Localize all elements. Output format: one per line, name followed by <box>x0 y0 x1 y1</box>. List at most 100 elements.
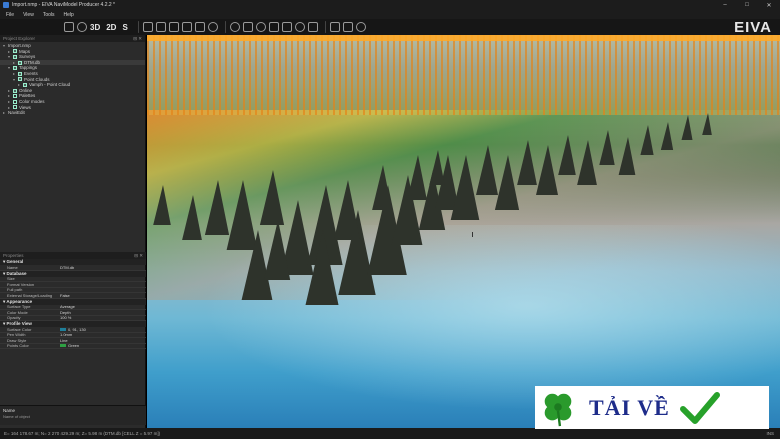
property-key: Pen Width <box>7 332 26 338</box>
status-bar: E= 164 178.67 m; N= 2 270 429.29 m; Z= 5… <box>0 428 780 439</box>
project-tree: ▾ Import.nmp ▸ Maps ▾ Surveys ▸ DTM.db ▾ Tappings… <box>0 42 145 117</box>
tree-item-label: NaviEdit <box>8 110 25 116</box>
property-key: Draw Style <box>7 337 27 343</box>
collapse-arrow-icon[interactable]: ▾ <box>13 77 17 83</box>
properties-header: Properties ⊟ ✕ <box>0 252 146 259</box>
3d-viewport[interactable] <box>147 35 780 428</box>
pin-icon[interactable] <box>207 22 218 32</box>
collapse-arrow-icon[interactable]: ▾ <box>3 43 7 49</box>
expand-arrow-icon[interactable]: ▸ <box>3 110 7 116</box>
sphere-icon[interactable] <box>229 22 240 32</box>
status-mode: INS <box>766 431 774 436</box>
visibility-checkbox[interactable] <box>13 66 17 71</box>
toolbar-divider <box>324 21 326 33</box>
toolbar-divider <box>224 21 226 33</box>
toolbar-divider <box>137 21 139 33</box>
camera-icon[interactable] <box>168 22 179 32</box>
zoom-icon[interactable] <box>355 22 366 32</box>
project-explorer-title: Project Explorer <box>3 36 36 41</box>
visibility-checkbox[interactable] <box>13 94 17 99</box>
description-text: Name of object <box>3 414 30 419</box>
property-key: Full path <box>7 287 23 293</box>
pile-spike <box>476 145 498 195</box>
property-value[interactable]: Depth <box>60 310 71 315</box>
property-value[interactable]: False <box>60 293 70 298</box>
property-row[interactable]: Points Color Green <box>0 343 146 349</box>
eiva-logo: EIVA <box>734 18 772 36</box>
close-button[interactable]: ✕ <box>758 2 780 9</box>
view-s-button[interactable]: S <box>122 23 127 32</box>
cube-icon[interactable] <box>281 22 292 32</box>
app-logo-icon <box>3 2 9 8</box>
settings-icon[interactable] <box>255 22 266 32</box>
filter-icon[interactable] <box>307 22 318 32</box>
color-swatch <box>60 344 66 348</box>
pan-icon[interactable] <box>342 22 353 32</box>
color-swatch <box>60 327 66 331</box>
property-key: Name <box>7 264 18 270</box>
left-panel: Project Explorer ⊟ ✕ ▾ Import.nmp ▸ Maps ▾ Su… <box>0 35 146 428</box>
layers-icon[interactable] <box>155 22 166 32</box>
view-3d-button[interactable]: 3D <box>90 23 100 32</box>
minimize-button[interactable]: – <box>714 2 736 9</box>
menu-view[interactable]: View <box>23 12 34 18</box>
property-value[interactable]: 100 % <box>60 315 71 320</box>
property-value[interactable]: Line <box>60 338 68 343</box>
clover-icon <box>544 393 572 426</box>
menu-tools[interactable]: Tools <box>43 12 55 18</box>
collapse-arrow-icon[interactable]: ▾ <box>8 54 12 60</box>
download-badge[interactable]: TẢI VỀ <box>535 386 769 429</box>
maximize-button[interactable]: □ <box>736 2 758 9</box>
cube-icon[interactable] <box>268 22 279 32</box>
property-value[interactable]: 0, 91, 130 <box>60 327 86 332</box>
pile-spike <box>577 140 597 185</box>
pile-spike <box>407 155 427 200</box>
pile-spike <box>558 135 576 175</box>
tree-item-label: Vamph - Point Cloud <box>29 82 71 88</box>
visibility-checkbox[interactable] <box>13 54 17 59</box>
project-explorer-header: Project Explorer ⊟ ✕ <box>0 35 145 42</box>
collapse-arrow-icon[interactable]: ▾ <box>8 65 12 71</box>
window-controls: – □ ✕ <box>714 2 780 9</box>
visibility-checkbox[interactable] <box>13 105 17 110</box>
property-value[interactable]: Green <box>60 343 79 348</box>
profile-icon[interactable] <box>242 22 253 32</box>
globe-icon[interactable] <box>77 22 87 32</box>
visibility-checkbox[interactable] <box>18 71 22 76</box>
coordinate-readout: E= 164 178.67 m; N= 2 270 429.29 m; Z= 5… <box>4 431 161 436</box>
property-value[interactable]: DTM.db <box>60 265 74 270</box>
pile-spike <box>182 195 202 240</box>
menu-file[interactable]: File <box>6 12 14 18</box>
visibility-checkbox[interactable] <box>23 82 27 87</box>
color-icon[interactable] <box>294 22 305 32</box>
visibility-checkbox[interactable] <box>13 99 17 104</box>
property-value-text: DTM.db <box>60 264 75 270</box>
panel-pin-icon[interactable]: ⊟ ✕ <box>133 36 142 42</box>
pile-spike <box>494 155 520 210</box>
tree-item[interactable]: ▸ NaviEdit <box>0 110 145 116</box>
property-value[interactable]: 1.0mm <box>60 332 72 337</box>
new-view-icon[interactable] <box>64 22 74 32</box>
window-title: Import.nmp - EIVA NaviModel Producer 4.2… <box>12 2 116 8</box>
visibility-checkbox[interactable] <box>18 60 22 65</box>
ruler-icon[interactable] <box>181 22 192 32</box>
menu-help[interactable]: Help <box>64 12 74 18</box>
property-value[interactable]: Average <box>60 304 75 309</box>
properties-title: Properties <box>3 253 24 258</box>
pointer-icon[interactable] <box>329 22 340 32</box>
panel-pin-icon[interactable]: ⊟ ✕ <box>134 253 143 259</box>
properties-grid: ▾ General Name DTM.db ▾ Database Size Format … <box>0 259 146 349</box>
view-2d-button[interactable]: 2D <box>106 23 116 32</box>
property-value-text: Green <box>68 343 80 349</box>
measure-icon[interactable] <box>194 22 205 32</box>
visibility-checkbox[interactable] <box>18 77 22 82</box>
pile-spike <box>599 130 615 165</box>
expand-arrow-icon[interactable]: ▸ <box>13 60 17 66</box>
visibility-checkbox[interactable] <box>13 49 17 54</box>
property-key: Color Mode <box>7 309 28 315</box>
property-key: Format Version <box>7 281 35 287</box>
pile-spike <box>204 180 230 235</box>
grid-icon[interactable] <box>142 22 153 32</box>
property-key: Surface Color <box>7 326 32 332</box>
visibility-checkbox[interactable] <box>13 88 17 93</box>
